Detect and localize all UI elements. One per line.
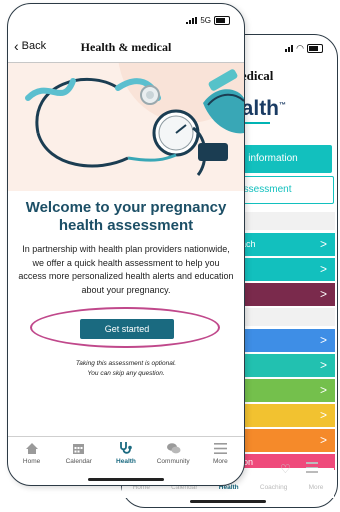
- stethoscope-icon: [118, 441, 134, 455]
- nav-header: ‹ Back Health & medical: [8, 38, 244, 58]
- chat-bubbles-icon: [165, 441, 181, 455]
- stethoscope-illustration: [25, 63, 244, 176]
- tab-calendar[interactable]: Calendar: [57, 437, 101, 469]
- tab-bar: Home Calendar Health Community More: [8, 436, 244, 469]
- page-title: Health & medical: [80, 40, 172, 54]
- battery-icon: [214, 16, 230, 25]
- home-indicator: [88, 478, 164, 481]
- menu-icon: [306, 462, 318, 473]
- optional-note-line2: You can skip any question.: [87, 369, 165, 377]
- tab-home[interactable]: Home: [10, 437, 54, 469]
- status-bar: 5G: [186, 16, 230, 25]
- welcome-heading: Welcome to your pregnancy health assessm…: [25, 199, 227, 234]
- calendar-icon: [71, 441, 87, 455]
- tab-health[interactable]: Health: [104, 437, 148, 469]
- menu-icon: [212, 441, 228, 455]
- get-started-button[interactable]: Get started: [80, 319, 174, 339]
- signal-icon: [186, 17, 198, 24]
- home-icon: [24, 441, 40, 455]
- hero-illustration: [8, 63, 244, 191]
- tab-more-label: More: [212, 458, 228, 465]
- foreground-phone-screen: 5G ‹ Back Health & medical Welcome to yo…: [7, 3, 245, 486]
- tab-health-label: Health: [116, 458, 136, 465]
- intro-text: In partnership with health plan provider…: [18, 244, 234, 295]
- optional-note: Taking this assessment is optional. You …: [18, 359, 234, 378]
- tab-health[interactable]: Health: [219, 484, 239, 498]
- network-label: 5G: [200, 16, 211, 25]
- tab-home[interactable]: Home: [133, 484, 150, 498]
- heart-pulse-icon: ♡: [280, 462, 291, 476]
- tab-community[interactable]: Community: [151, 437, 195, 469]
- optional-note-line1: Taking this assessment is optional.: [75, 360, 177, 367]
- tab-community-label: Community: [156, 458, 190, 465]
- tab-calendar-label: Calendar: [65, 458, 92, 465]
- home-indicator: [190, 500, 266, 503]
- tab-more[interactable]: More: [309, 484, 324, 498]
- tab-home-label: Home: [22, 458, 41, 465]
- tab-coaching[interactable]: Coaching: [260, 484, 287, 498]
- tab-more[interactable]: More: [198, 437, 242, 469]
- tab-calendar[interactable]: Calendar: [171, 484, 197, 498]
